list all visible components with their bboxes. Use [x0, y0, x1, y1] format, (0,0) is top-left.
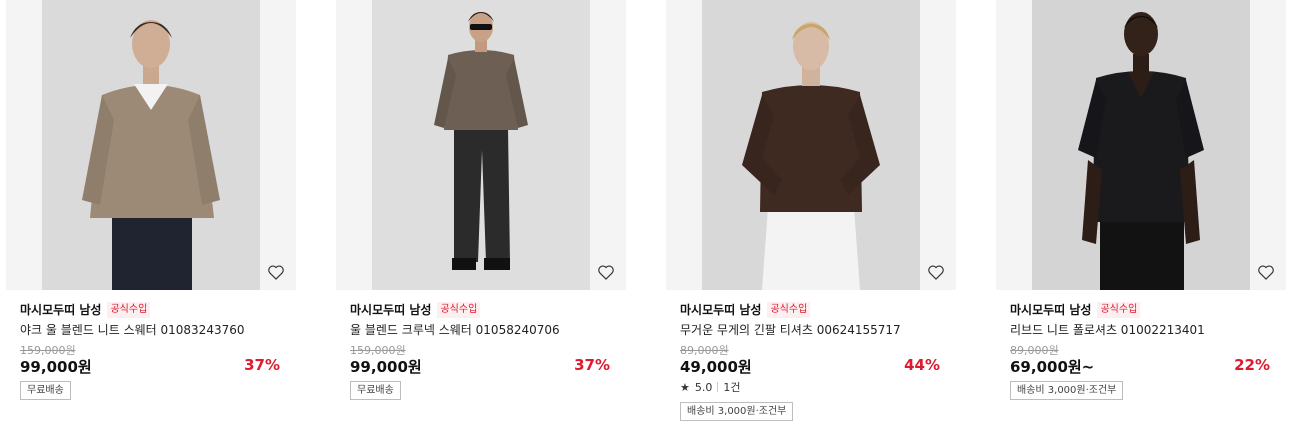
brand-name[interactable]: 마시모두띠 남성 — [20, 301, 101, 318]
brand-name[interactable]: 마시모두띠 남성 — [350, 301, 431, 318]
star-icon: ★ — [680, 380, 690, 394]
product-photo — [1032, 0, 1250, 290]
heart-outline-icon[interactable] — [266, 262, 286, 282]
discount-rate: 22% — [1234, 356, 1270, 374]
brand-line: 마시모두띠 남성 공식수입 — [350, 301, 481, 318]
product-title[interactable]: 야크 울 블렌드 니트 스웨터 01083243760 — [20, 321, 245, 338]
review-count[interactable]: 1건 — [723, 379, 740, 395]
divider — [717, 382, 719, 392]
brand-line: 마시모두띠 남성 공식수입 — [20, 301, 151, 318]
official-import-badge: 공식수입 — [437, 301, 481, 318]
product-title[interactable]: 무거운 무게의 긴팔 티셔츠 00624155717 — [680, 321, 901, 338]
brand-line: 마시모두띠 남성 공식수입 — [1010, 301, 1141, 318]
sale-price: 49,000원 — [680, 358, 752, 376]
product-image[interactable] — [336, 0, 626, 290]
sale-price: 99,000원 — [20, 358, 92, 376]
product-photo — [372, 0, 590, 290]
heart-outline-icon[interactable] — [1256, 262, 1276, 282]
product-card[interactable]: 마시모두띠 남성 공식수입 무거운 무게의 긴팔 티셔츠 00624155717… — [666, 0, 956, 440]
discount-rate: 44% — [904, 356, 940, 374]
shipping-tag: 배송비 3,000원·조건부 — [1010, 381, 1124, 400]
official-import-badge: 공식수입 — [107, 301, 151, 318]
official-import-badge: 공식수입 — [767, 301, 811, 318]
product-photo — [42, 0, 260, 290]
brand-name[interactable]: 마시모두띠 남성 — [1010, 301, 1091, 318]
official-import-badge: 공식수입 — [1097, 301, 1141, 318]
product-grid: 마시모두띠 남성 공식수입 야크 울 블렌드 니트 스웨터 0108324376… — [0, 0, 1290, 448]
product-photo — [702, 0, 920, 290]
shipping-tag: 무료배송 — [20, 381, 71, 400]
product-title[interactable]: 울 블렌드 크루넥 스웨터 01058240706 — [350, 321, 560, 338]
product-card[interactable]: 마시모두띠 남성 공식수입 야크 울 블렌드 니트 스웨터 0108324376… — [6, 0, 296, 440]
discount-rate: 37% — [574, 356, 610, 374]
product-image[interactable] — [996, 0, 1286, 290]
discount-rate: 37% — [244, 356, 280, 374]
product-image[interactable] — [666, 0, 956, 290]
product-card[interactable]: 마시모두띠 남성 공식수입 리브드 니트 폴로셔츠 01002213401 89… — [996, 0, 1286, 440]
shipping-tag: 무료배송 — [350, 381, 401, 400]
brand-line: 마시모두띠 남성 공식수입 — [680, 301, 811, 318]
heart-outline-icon[interactable] — [596, 262, 616, 282]
rating-score: 5.0 — [694, 380, 713, 394]
sale-price: 99,000원 — [350, 358, 422, 376]
rating: ★ 5.0 1건 — [680, 379, 741, 395]
product-card[interactable]: 마시모두띠 남성 공식수입 울 블렌드 크루넥 스웨터 01058240706 … — [336, 0, 626, 440]
heart-outline-icon[interactable] — [926, 262, 946, 282]
shipping-tag: 배송비 3,000원·조건부 — [680, 402, 794, 421]
product-image[interactable] — [6, 0, 296, 290]
sale-price: 69,000원~ — [1010, 358, 1095, 376]
brand-name[interactable]: 마시모두띠 남성 — [680, 301, 761, 318]
product-title[interactable]: 리브드 니트 폴로셔츠 01002213401 — [1010, 321, 1205, 338]
